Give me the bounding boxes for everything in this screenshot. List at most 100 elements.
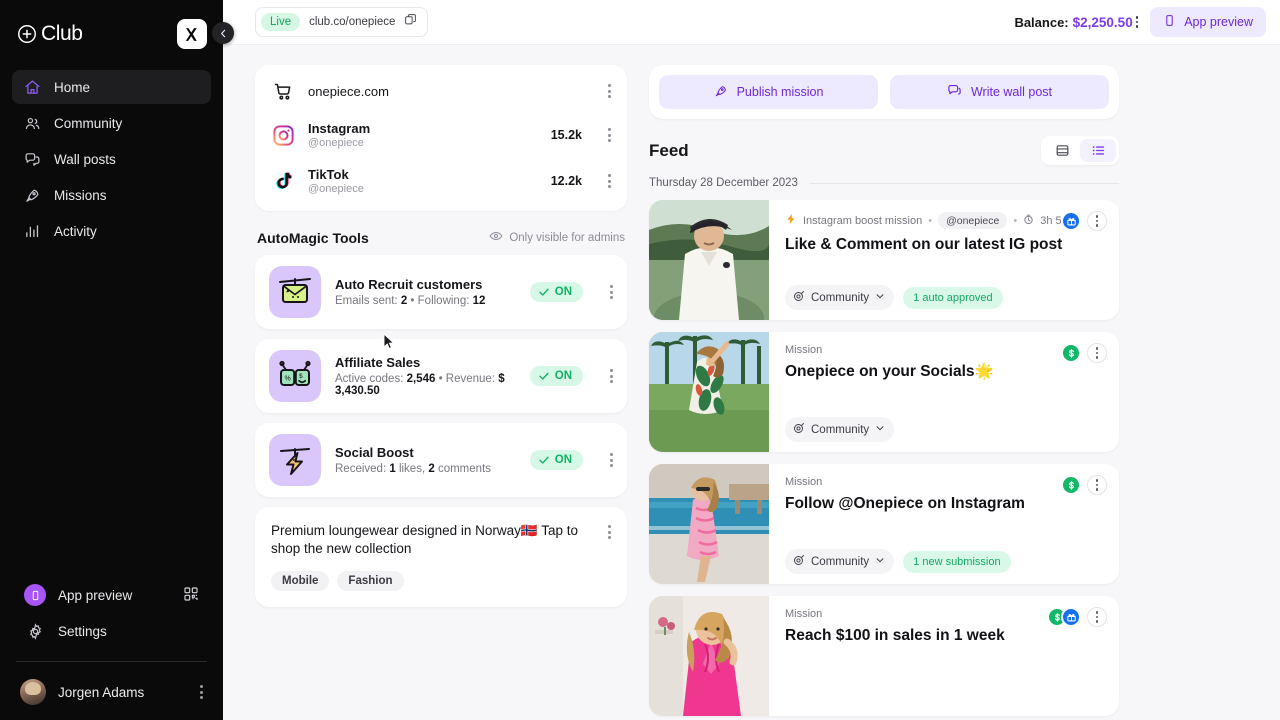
community-dropdown[interactable]: Community bbox=[785, 285, 895, 310]
promo-tags: Mobile Fashion bbox=[271, 570, 611, 591]
admin-visibility-note: Only visible for admins bbox=[489, 229, 625, 246]
feed-view-toggle bbox=[1041, 136, 1119, 165]
tool-toggle-badge[interactable]: ON bbox=[529, 282, 583, 302]
user-name: Jorgen Adams bbox=[58, 684, 145, 700]
kebab-menu-icon[interactable] bbox=[608, 84, 611, 98]
feed-item[interactable]: Mission Follow @Onepiece on Instagram Co… bbox=[649, 464, 1119, 584]
tool-stats: Emails sent: 2 • Following: 12 bbox=[335, 295, 486, 307]
svg-text:%: % bbox=[285, 376, 291, 383]
tool-toggle-label: ON bbox=[554, 370, 572, 382]
sidebar-item-label: Activity bbox=[54, 223, 97, 239]
kebab-menu-icon[interactable] bbox=[608, 525, 611, 539]
community-dropdown[interactable]: Community bbox=[785, 417, 895, 442]
sidebar-item-community[interactable]: Community bbox=[12, 106, 211, 140]
tool-toggle-badge[interactable]: ON bbox=[529, 450, 583, 470]
feed-item[interactable]: Mission Onepiece on your Socials🌟 Commun… bbox=[649, 332, 1119, 452]
automagic-tool-info: Affiliate Sales Active codes: 2,546 • Re… bbox=[335, 355, 516, 397]
community-label: Community bbox=[811, 291, 870, 304]
site-url-pill[interactable]: Live club.co/onepiece bbox=[255, 7, 429, 37]
channel-handle: @onepiece bbox=[308, 137, 364, 149]
kebab-menu-icon[interactable] bbox=[1087, 475, 1107, 495]
feed-item-meta: Mission bbox=[785, 344, 1107, 356]
channel-row-store[interactable]: onepiece.com bbox=[255, 70, 627, 112]
sidebar-brand-row: Club bbox=[12, 0, 211, 68]
sidebar-nav: Home Community Wall posts Missions Activ… bbox=[12, 70, 211, 250]
feed-item-status-badge: 1 auto approved bbox=[903, 286, 1003, 309]
automagic-section-header: AutoMagic Tools Only visible for admins bbox=[257, 229, 625, 246]
card-view-icon[interactable] bbox=[1044, 139, 1080, 162]
write-wall-post-label: Write wall post bbox=[970, 85, 1053, 99]
feed-thumbnail-man-in-white-polo bbox=[649, 200, 769, 320]
kebab-menu-icon[interactable] bbox=[200, 685, 203, 699]
kebab-menu-icon[interactable] bbox=[608, 128, 611, 142]
k-logo-badge[interactable] bbox=[177, 19, 207, 49]
automagic-tool-card[interactable]: Social Boost Received: 1 likes, 2 commen… bbox=[255, 423, 627, 497]
tag-mobile[interactable]: Mobile bbox=[271, 570, 330, 591]
sidebar-item-wall-posts[interactable]: Wall posts bbox=[12, 142, 211, 176]
channel-follower-count: 15.2k bbox=[550, 128, 582, 142]
feed-item-body: Mission Follow @Onepiece on Instagram Co… bbox=[769, 464, 1119, 584]
sidebar-item-home[interactable]: Home bbox=[12, 70, 211, 104]
channel-row-tiktok[interactable]: TikTok @onepiece 12.2k bbox=[255, 158, 627, 204]
feed-item[interactable]: Mission Reach $100 in sales in 1 week bbox=[649, 596, 1119, 716]
feed-item-body: Mission Reach $100 in sales in 1 week bbox=[769, 596, 1119, 716]
app-preview-button[interactable]: App preview bbox=[1150, 7, 1266, 37]
sidebar: Club Home Community Wall posts Missions … bbox=[0, 0, 223, 720]
tool-stats: Active codes: 2,546 • Revenue: $ 3,430.5… bbox=[335, 373, 505, 397]
main-area: Live club.co/onepiece Balance: $2,250.50 bbox=[223, 0, 1280, 720]
feed-item-footer: Community bbox=[785, 417, 1107, 442]
brand-logo[interactable]: Club bbox=[16, 22, 83, 46]
kebab-menu-icon[interactable] bbox=[1087, 607, 1107, 627]
sidebar-item-app-preview[interactable]: App preview bbox=[12, 577, 211, 613]
automagic-tool-card[interactable]: % $ Affiliate Sales Active codes: 2,546 … bbox=[255, 339, 627, 413]
dollar-badge-icon bbox=[1061, 475, 1081, 495]
community-label: Community bbox=[811, 555, 870, 568]
svg-text:$: $ bbox=[299, 373, 303, 380]
status-badge: Live bbox=[261, 13, 301, 31]
copy-icon[interactable] bbox=[404, 13, 417, 31]
kebab-menu-icon[interactable] bbox=[610, 369, 613, 383]
sidebar-item-activity[interactable]: Activity bbox=[12, 214, 211, 248]
tag-fashion[interactable]: Fashion bbox=[337, 570, 404, 591]
community-dropdown[interactable]: Community bbox=[785, 549, 895, 574]
channel-row-instagram[interactable]: Instagram @onepiece 15.2k bbox=[255, 112, 627, 158]
clock-icon bbox=[1023, 214, 1034, 228]
home-icon bbox=[24, 79, 41, 96]
feed-item-status-badge: 1 new submission bbox=[903, 550, 1011, 573]
sidebar-item-settings[interactable]: Settings bbox=[12, 613, 211, 649]
kebab-menu-icon[interactable] bbox=[1087, 211, 1107, 231]
gift-badge-icon bbox=[1061, 607, 1081, 627]
automagic-tool-card[interactable]: Auto Recruit customers Emails sent: 2 • … bbox=[255, 255, 627, 329]
promo-card[interactable]: Premium loungewear designed in Norway🇳🇴 … bbox=[255, 507, 627, 607]
feed-date: Thursday 28 December 2023 bbox=[649, 177, 798, 189]
kebab-menu-icon[interactable] bbox=[610, 285, 613, 299]
publish-mission-button[interactable]: Publish mission bbox=[659, 75, 878, 109]
feed-item-title: Like & Comment on our latest IG post bbox=[785, 236, 1063, 253]
gift-badge-icon bbox=[1061, 211, 1081, 231]
kebab-menu-icon[interactable] bbox=[1087, 343, 1107, 363]
sidebar-item-label: Missions bbox=[54, 187, 107, 203]
sidebar-item-missions[interactable]: Missions bbox=[12, 178, 211, 212]
sidebar-collapse-button[interactable] bbox=[212, 22, 234, 44]
balance-block: Balance: $2,250.50 bbox=[1014, 15, 1139, 30]
kebab-menu-icon[interactable] bbox=[608, 174, 611, 188]
app-preview-label: App preview bbox=[1184, 15, 1253, 29]
kebab-menu-icon[interactable] bbox=[610, 453, 613, 467]
feed-item-title: Follow @Onepiece on Instagram bbox=[785, 495, 1025, 512]
site-url-text: club.co/onepiece bbox=[309, 16, 396, 28]
topbar: Live club.co/onepiece Balance: $2,250.50 bbox=[223, 0, 1280, 45]
balance-kebab-menu-icon[interactable] bbox=[1135, 16, 1139, 28]
feed-item[interactable]: Instagram boost mission • @onepiece • 3h… bbox=[649, 200, 1119, 320]
qr-code-icon[interactable] bbox=[183, 586, 199, 605]
feed-header: Feed bbox=[649, 136, 1119, 165]
write-wall-post-button[interactable]: Write wall post bbox=[890, 75, 1109, 109]
chevron-down-icon bbox=[875, 555, 885, 568]
feed-item-footer: Community 1 auto approved bbox=[785, 285, 1107, 310]
feed-item-badges bbox=[1061, 475, 1107, 495]
sidebar-user-row[interactable]: Jorgen Adams bbox=[12, 672, 211, 712]
topbar-right: Balance: $2,250.50 App preview bbox=[1014, 7, 1266, 37]
publish-mission-label: Publish mission bbox=[736, 85, 824, 99]
tool-toggle-badge[interactable]: ON bbox=[529, 366, 583, 386]
list-view-icon[interactable] bbox=[1080, 139, 1116, 162]
